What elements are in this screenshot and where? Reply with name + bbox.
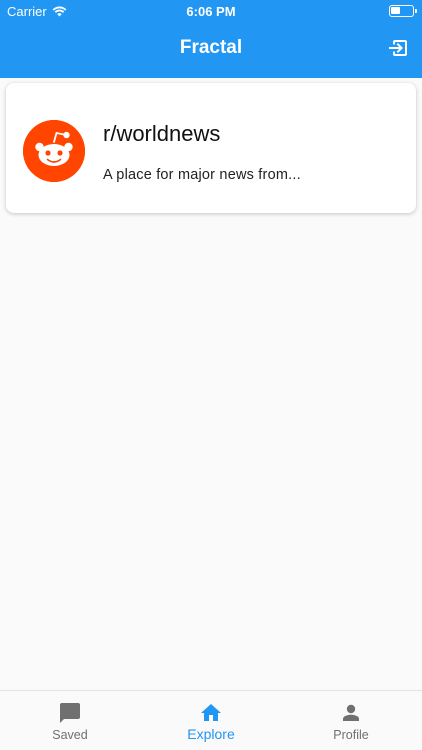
reddit-snoo-icon: [23, 120, 85, 182]
subreddit-card[interactable]: r/worldnews A place for major news from.…: [6, 83, 416, 213]
subreddit-description: A place for major news from...: [103, 167, 301, 183]
explore-list: r/worldnews A place for major news from.…: [0, 78, 422, 690]
tab-saved[interactable]: Saved: [10, 691, 130, 750]
tab-explore-label: Explore: [187, 726, 235, 742]
tab-profile-label: Profile: [333, 728, 369, 742]
person-icon: [343, 704, 359, 721]
app-header: Carrier 6:06 PM Fractal: [0, 0, 422, 78]
tab-profile[interactable]: Profile: [291, 691, 411, 750]
battery-level: [391, 7, 400, 14]
home-icon: [201, 704, 221, 721]
tab-saved-label: Saved: [52, 728, 88, 742]
tab-bar: Saved Explore Profile: [0, 690, 422, 750]
status-time: 6:06 PM: [186, 4, 236, 19]
chat-bubble-icon: [60, 703, 80, 723]
status-bar: Carrier 6:06 PM: [0, 0, 422, 22]
logout-button[interactable]: [386, 36, 410, 60]
battery-icon: [389, 5, 417, 17]
page-title: Fractal: [179, 37, 243, 58]
subreddit-name: r/worldnews: [103, 121, 221, 146]
logout-icon: [389, 40, 407, 56]
tab-explore[interactable]: Explore: [151, 691, 271, 750]
